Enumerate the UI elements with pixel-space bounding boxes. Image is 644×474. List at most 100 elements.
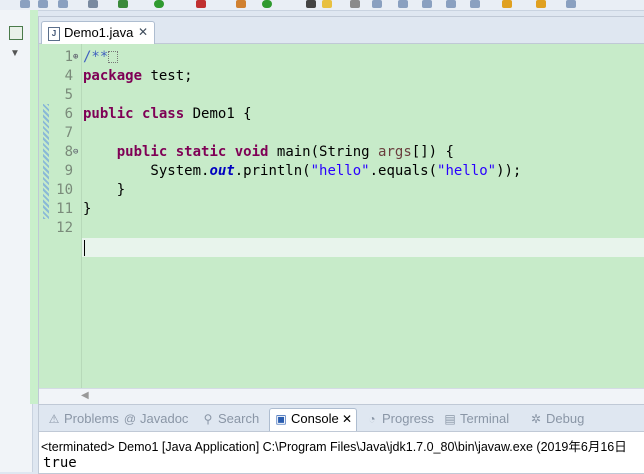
toolbar-tool-icon[interactable] [38,0,48,8]
run-icon[interactable] [154,0,164,8]
console-panel: ⚠ Problems @ Javadoc ⚲ Search ▣ Console ✕ ◔ Progr… [38,404,644,474]
forward-arrow-icon[interactable] [536,0,546,8]
tab-label: Terminal [460,411,510,426]
highlight-icon[interactable] [322,0,332,8]
left-ruler-strip [30,10,38,404]
code-line[interactable] [83,219,644,238]
view-menu-chevron-icon[interactable]: ▼ [9,48,21,60]
code-token: void [234,144,269,160]
line-number: 10 [56,182,73,198]
line-number: 7 [64,125,73,141]
editor-tab-bar: J Demo1.java ✕ [39,17,644,44]
toolbar-tool-icon[interactable] [306,0,316,8]
toolbar-tool-icon[interactable] [566,0,576,8]
java-file-icon: J [48,27,60,41]
bottom-tab-bar: ⚠ Problems @ Javadoc ⚲ Search ▣ Console ✕ ◔ Progr… [39,405,644,432]
refresh-icon[interactable] [262,0,272,8]
line-number: 11 [56,201,73,217]
close-icon[interactable]: ✕ [138,25,148,39]
tab-console[interactable]: ▣ Console ✕ [269,408,358,431]
line-numbers: 1 4 5 6 7 8 9 10 11 12 [51,48,73,238]
external-tools-icon[interactable] [196,0,206,8]
tab-label: Problems [64,411,119,426]
terminal-icon: ▤ [444,412,456,426]
code-token: /** [83,49,109,65]
code-line[interactable]: package test; [83,67,644,86]
code-token: args [378,144,412,160]
tab-label: Javadoc [140,411,189,426]
code-token: } [83,201,92,217]
tab-label: Debug [546,411,585,426]
main-toolbar [0,0,644,11]
toolbar-tool-icon[interactable] [350,0,360,8]
code-line[interactable] [83,124,644,143]
tab-progress[interactable]: ◔ Progress [365,409,434,429]
toolbar-tool-icon[interactable] [398,0,408,8]
line-number: 8 [64,144,73,160]
tab-javadoc[interactable]: @ Javadoc [123,409,189,429]
source-code[interactable]: /** package test; public class Demo1 { pub… [83,48,644,238]
fold-collapse-icon[interactable]: ⊖ [73,148,81,157]
console-output: true [43,455,77,471]
code-token: "hello" [437,163,497,179]
code-token: } [83,182,126,198]
editor-text-area[interactable]: 1 4 5 6 7 8 9 10 11 12 ⊕ ⊖ /** package test; public… [39,44,644,388]
code-line[interactable] [83,86,644,105]
progress-icon: ◔ [368,412,376,426]
debug-icon: ✲ [530,412,542,426]
tab-label: Progress [382,411,435,426]
code-token: class [142,106,185,122]
restore-view-icon[interactable] [9,26,23,40]
tab-label: Search [218,411,260,426]
text-caret [84,240,85,256]
toolbar-tool-icon[interactable] [470,0,480,8]
tab-debug[interactable]: ✲ Debug [529,409,584,429]
code-line[interactable]: public static void main(String args[]) { [83,143,644,162]
toolbar-tool-icon[interactable] [446,0,456,8]
console-icon: ▣ [275,412,287,426]
current-line-highlight [82,238,644,257]
toolbar-tool-icon[interactable] [422,0,432,8]
fold-expand-icon[interactable]: ⊕ [73,53,81,62]
code-token: public [83,106,134,122]
close-icon[interactable]: ✕ [339,412,352,426]
toolbar-tool-icon[interactable] [58,0,68,8]
code-token: test; [142,68,193,84]
gutter-separator [81,44,82,388]
code-line[interactable]: } [83,181,644,200]
editor-tab-demo1[interactable]: J Demo1.java ✕ [41,21,155,44]
folded-block-icon[interactable] [108,51,119,63]
line-number: 6 [64,106,73,122]
code-token: Demo1 { [184,106,252,122]
code-token: static [175,144,227,160]
line-number: 9 [64,163,73,179]
back-arrow-icon[interactable] [502,0,512,8]
code-line[interactable]: /** [83,48,644,67]
code-line[interactable]: public class Demo1 { [83,105,644,124]
code-token: package [83,68,143,84]
toolbar-tool-icon[interactable] [20,0,30,8]
code-token: .println( [234,163,311,179]
code-token: .equals( [369,163,438,179]
toolbar-tool-icon[interactable] [372,0,382,8]
toolbar-tool-icon[interactable] [236,0,246,8]
code-token: "hello" [310,163,370,179]
code-token: out [209,163,235,179]
search-icon: ⚲ [203,412,213,426]
debug-icon[interactable] [118,0,128,8]
toolbar-tool-icon[interactable] [88,0,98,8]
line-number: 5 [64,87,73,103]
tab-terminal[interactable]: ▤ Terminal [443,409,509,429]
tab-problems[interactable]: ⚠ Problems [47,409,119,429]
scroll-left-icon[interactable]: ◀ [81,390,89,401]
code-line[interactable]: } [83,200,644,219]
editor-tab-label: Demo1.java [64,25,134,40]
tab-label: Console [291,411,339,426]
code-editor: J Demo1.java ✕ 1 4 5 6 7 8 9 10 11 12 ⊕ ⊖ /** pack… [38,16,644,406]
code-line[interactable]: System.out.println("hello".equals("hello… [83,162,644,181]
tab-search[interactable]: ⚲ Search [201,409,260,429]
